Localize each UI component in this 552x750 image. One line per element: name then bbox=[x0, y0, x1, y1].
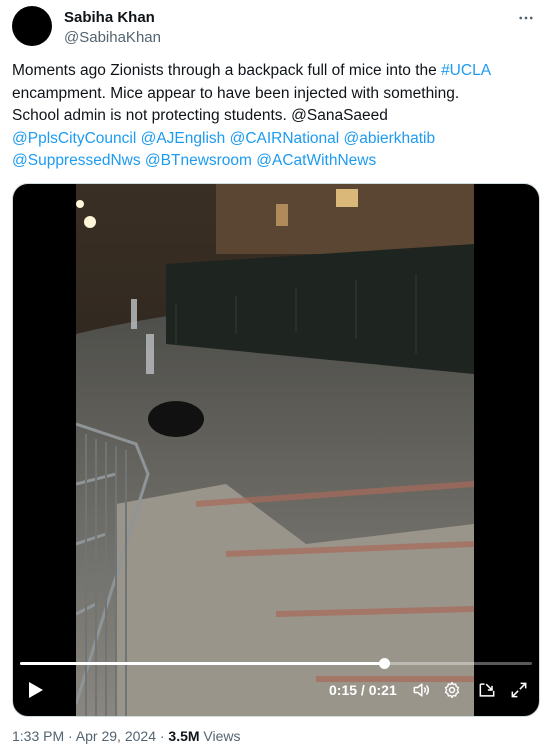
mention-link[interactable]: @PplsCityCouncil bbox=[12, 130, 136, 147]
tweet-line-3: School admin is not protecting students.… bbox=[12, 107, 388, 124]
video-player[interactable]: 0:15 / 0:21 bbox=[12, 183, 540, 717]
tweet-text: Moments ago Zionists through a backpack … bbox=[12, 60, 532, 173]
tweet-line-2: encampment. Mice appear to have been inj… bbox=[12, 84, 460, 102]
progress-fill bbox=[20, 662, 384, 665]
mention-link[interactable]: @CAIRNational bbox=[230, 130, 340, 147]
mention-link[interactable]: @abierkhatib bbox=[344, 130, 436, 147]
hashtag-link[interactable]: #UCLA bbox=[441, 62, 491, 79]
picture-in-picture-icon bbox=[479, 683, 495, 697]
gear-icon bbox=[444, 681, 460, 699]
play-button[interactable] bbox=[23, 678, 47, 702]
pip-button[interactable] bbox=[475, 678, 499, 702]
duration: 0:21 bbox=[368, 682, 397, 698]
volume-icon bbox=[413, 683, 430, 697]
mention-link[interactable]: @ACatWithNews bbox=[256, 152, 376, 169]
avatar[interactable] bbox=[12, 6, 52, 46]
more-button[interactable] bbox=[512, 6, 540, 30]
views-count: 3.5M bbox=[168, 728, 200, 744]
volume-button[interactable] bbox=[409, 678, 433, 702]
tweet-line-1: Moments ago Zionists through a backpack … bbox=[12, 62, 492, 79]
progress-thumb[interactable] bbox=[378, 658, 390, 669]
video-controls: 0:15 / 0:21 bbox=[13, 674, 539, 710]
author-handle[interactable]: @SabihaKhan bbox=[64, 29, 161, 46]
author-name[interactable]: Sabiha Khan bbox=[64, 9, 155, 26]
tweet-meta: 1:33 PM · Apr 29, 2024 · 3.5M Views bbox=[12, 728, 241, 744]
video-frame[interactable] bbox=[76, 184, 474, 716]
timestamp[interactable]: 1:33 PM · Apr 29, 2024 · bbox=[12, 728, 168, 744]
mention-link[interactable]: @BTnewsroom bbox=[145, 152, 252, 169]
progress-bar[interactable] bbox=[20, 658, 532, 669]
tweet-line-4: @PplsCityCouncil @AJEnglish @CAIRNationa… bbox=[12, 128, 532, 151]
mention-link[interactable]: @AJEnglish bbox=[141, 130, 226, 147]
video-scene bbox=[76, 184, 474, 716]
tweet-line-5: @SuppressedNws @BTnewsroom @ACatWithNews bbox=[12, 150, 532, 173]
settings-button[interactable] bbox=[440, 678, 464, 702]
more-horizontal-icon bbox=[519, 16, 533, 20]
fullscreen-button[interactable] bbox=[507, 678, 531, 702]
views-label: Views bbox=[199, 728, 241, 744]
current-time: 0:15 bbox=[329, 682, 358, 698]
tweet-header: Sabiha Khan @SabihaKhan bbox=[12, 6, 540, 50]
mention-link[interactable]: @SuppressedNws bbox=[12, 152, 141, 169]
video-time: 0:15 / 0:21 bbox=[329, 682, 397, 698]
fullscreen-icon bbox=[511, 682, 527, 698]
play-icon bbox=[29, 682, 43, 698]
